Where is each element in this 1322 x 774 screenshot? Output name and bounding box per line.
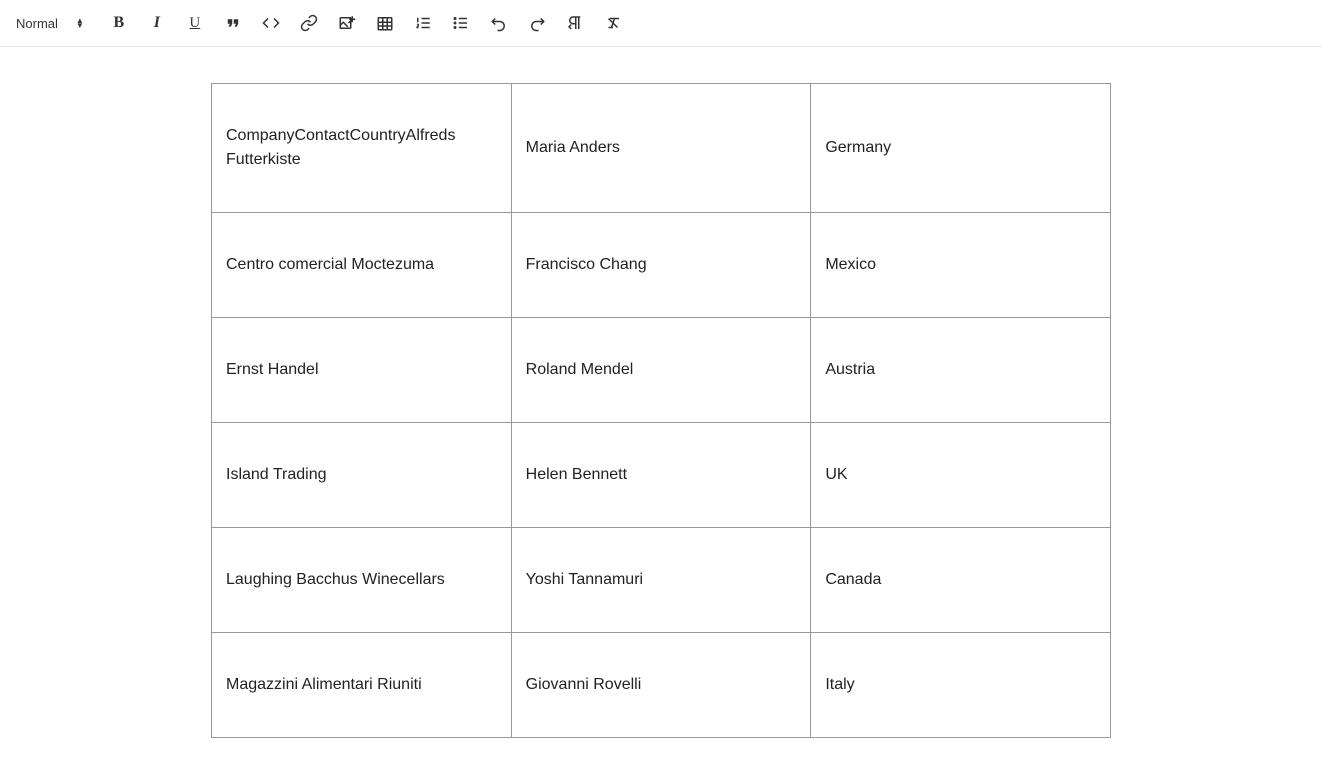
editor-content[interactable]: CompanyContactCountryAlfreds Futterkiste… [0,47,1322,774]
italic-button[interactable]: I [138,4,176,42]
table-cell[interactable]: Mexico [811,213,1111,318]
table-cell[interactable]: Yoshi Tannamuri [511,528,811,633]
table-cell[interactable]: CompanyContactCountryAlfreds Futterkiste [212,84,512,213]
underline-icon: U [189,15,200,32]
table-cell[interactable]: Austria [811,318,1111,423]
cell-text: Centro comercial Moctezuma [226,256,434,273]
text-direction-button[interactable] [556,4,594,42]
cell-text: Roland Mendel [526,361,634,378]
quote-icon [224,14,242,32]
table-cell[interactable]: Italy [811,633,1111,738]
image-button[interactable] [328,4,366,42]
data-table[interactable]: CompanyContactCountryAlfreds Futterkiste… [211,83,1111,738]
table-button[interactable] [366,4,404,42]
table-row[interactable]: CompanyContactCountryAlfreds Futterkiste… [212,84,1111,213]
table-icon [376,14,394,32]
table-cell[interactable]: Maria Anders [511,84,811,213]
cell-text: Magazzini Alimentari Riuniti [226,676,422,693]
table-row[interactable]: Island Trading Helen Bennett UK [212,423,1111,528]
pilcrow-rtl-icon [566,14,584,32]
cell-text: Austria [825,361,875,378]
chevron-updown-icon: ▲▼ [76,18,84,28]
table-cell[interactable]: Island Trading [212,423,512,528]
undo-button[interactable] [480,4,518,42]
table-cell[interactable]: Canada [811,528,1111,633]
table-row[interactable]: Ernst Handel Roland Mendel Austria [212,318,1111,423]
table-cell[interactable]: Roland Mendel [511,318,811,423]
redo-button[interactable] [518,4,556,42]
cell-text: Ernst Handel [226,361,319,378]
cell-text: Island Trading [226,466,327,483]
cell-text: Yoshi Tannamuri [526,571,643,588]
cell-text: Germany [825,139,891,156]
bullet-list-button[interactable] [442,4,480,42]
table-row[interactable]: Magazzini Alimentari Riuniti Giovanni Ro… [212,633,1111,738]
cell-text: Italy [825,676,854,693]
table-cell[interactable]: Giovanni Rovelli [511,633,811,738]
cell-text: Giovanni Rovelli [526,676,642,693]
italic-icon: I [154,14,160,32]
cell-text: CompanyContactCountryAlfreds Futterkiste [226,127,455,168]
image-icon [338,14,356,32]
link-icon [300,14,318,32]
redo-icon [528,14,546,32]
bold-button[interactable]: B [100,4,138,42]
table-cell[interactable]: Magazzini Alimentari Riuniti [212,633,512,738]
cell-text: Maria Anders [526,139,620,156]
heading-select[interactable]: Normal ▲▼ [8,12,92,35]
cell-text: Helen Bennett [526,466,627,483]
clear-formatting-button[interactable] [594,4,632,42]
codeblock-button[interactable] [252,4,290,42]
table-cell[interactable]: UK [811,423,1111,528]
code-icon [262,14,280,32]
cell-text: Francisco Chang [526,256,647,273]
table-cell[interactable]: Ernst Handel [212,318,512,423]
clear-format-icon [604,14,622,32]
heading-select-label: Normal [16,16,58,31]
cell-text: UK [825,466,847,483]
table-cell[interactable]: Helen Bennett [511,423,811,528]
bold-icon: B [113,14,124,32]
editor-toolbar: Normal ▲▼ B I U [0,0,1322,47]
table-row[interactable]: Laughing Bacchus Winecellars Yoshi Tanna… [212,528,1111,633]
table-row[interactable]: Centro comercial Moctezuma Francisco Cha… [212,213,1111,318]
link-button[interactable] [290,4,328,42]
blockquote-button[interactable] [214,4,252,42]
table-cell[interactable]: Francisco Chang [511,213,811,318]
bullet-list-icon [452,14,470,32]
cell-text: Canada [825,571,881,588]
table-cell[interactable]: Centro comercial Moctezuma [212,213,512,318]
cell-text: Mexico [825,256,876,273]
ordered-list-icon [414,14,432,32]
cell-text: Laughing Bacchus Winecellars [226,571,445,588]
undo-icon [490,14,508,32]
table-cell[interactable]: Germany [811,84,1111,213]
underline-button[interactable]: U [176,4,214,42]
table-cell[interactable]: Laughing Bacchus Winecellars [212,528,512,633]
ordered-list-button[interactable] [404,4,442,42]
